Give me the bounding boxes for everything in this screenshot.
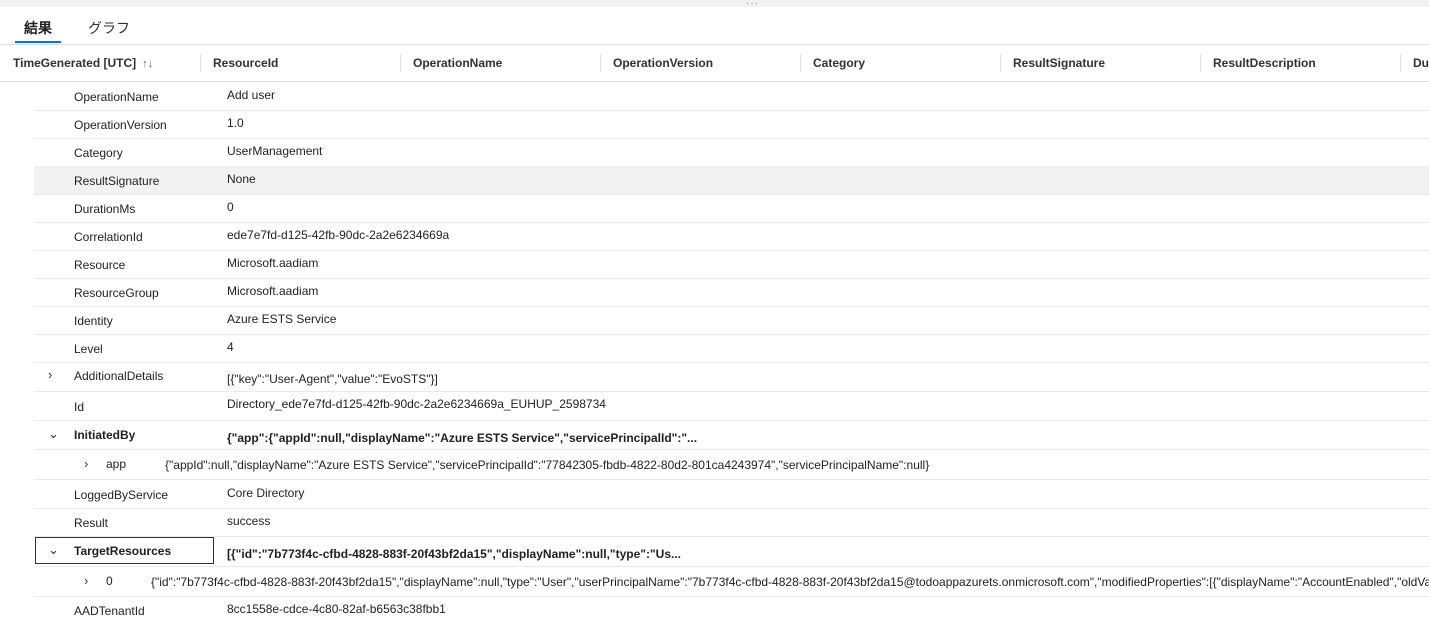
column-header-resourceid[interactable]: ResourceId — [213, 45, 278, 81]
detail-row[interactable]: Identity Azure ESTS Service — [34, 306, 1429, 335]
column-header-resultdescription[interactable]: ResultDescription — [1213, 45, 1316, 81]
detail-row[interactable]: AADTenantId 8cc1558e-cdce-4c80-82af-b656… — [34, 597, 1429, 625]
tab-chart[interactable]: グラフ — [88, 18, 130, 38]
column-header-timegenerated[interactable]: TimeGenerated [UTC] ↑↓ — [13, 45, 153, 81]
nested-row[interactable]: › 0 {"id":"7b773f4c-cfbd-4828-883f-20f43… — [34, 567, 1429, 597]
field-value: Azure ESTS Service — [227, 312, 337, 326]
detail-row[interactable]: CorrelationId ede7e7fd-d125-42fb-90dc-2a… — [34, 222, 1429, 251]
column-divider[interactable] — [1400, 54, 1401, 72]
field-value: None — [227, 172, 256, 186]
field-value: UserManagement — [227, 144, 323, 158]
detail-row-expandable[interactable]: › AdditionalDetails [{"key":"User-Agent"… — [34, 362, 1429, 392]
sort-icon[interactable]: ↑↓ — [142, 58, 153, 70]
detail-row[interactable]: Result success — [34, 508, 1429, 537]
column-divider[interactable] — [600, 54, 601, 72]
detail-row[interactable]: DurationMs 0 — [34, 194, 1429, 223]
nested-field-value: {"id":"7b773f4c-cfbd-4828-883f-20f43bf2d… — [151, 575, 1429, 589]
detail-row[interactable]: Level 4 — [34, 334, 1429, 363]
column-divider[interactable] — [200, 54, 201, 72]
field-name: AADTenantId — [74, 604, 145, 618]
column-header-row: TimeGenerated [UTC] ↑↓ ResourceId Operati… — [0, 44, 1429, 82]
chevron-right-icon[interactable]: › — [84, 567, 88, 595]
chevron-right-icon[interactable]: › — [48, 361, 52, 389]
field-name: Category — [74, 146, 123, 160]
column-divider[interactable] — [1200, 54, 1201, 72]
column-label: TimeGenerated [UTC] — [13, 56, 137, 70]
nested-field-name: 0 — [106, 574, 113, 588]
field-value: Add user — [227, 88, 276, 102]
field-name: Resource — [74, 258, 126, 272]
detail-row[interactable]: ResourceGroup Microsoft.aadiam — [34, 278, 1429, 307]
field-value: [{"id":"7b773f4c-cfbd-4828-883f-20f43bf2… — [227, 547, 682, 561]
field-value: Microsoft.aadiam — [227, 284, 319, 298]
field-name: LoggedByService — [74, 488, 169, 502]
splitter-bar[interactable] — [0, 0, 1429, 7]
field-value: Directory_ede7e7fd-d125-42fb-90dc-2a2e62… — [227, 397, 606, 411]
field-name: Result — [74, 516, 109, 530]
chevron-right-icon[interactable]: › — [84, 450, 88, 478]
detail-row-hovered[interactable]: ResultSignature None — [34, 166, 1429, 195]
field-name: Identity — [74, 314, 113, 328]
detail-row[interactable]: OperationName Add user — [34, 82, 1429, 111]
column-header-operationname[interactable]: OperationName — [413, 45, 502, 81]
column-header-duration[interactable]: Du — [1413, 45, 1429, 81]
field-value: 8cc1558e-cdce-4c80-82af-b6563c38fbb1 — [227, 602, 446, 616]
field-value: ede7e7fd-d125-42fb-90dc-2a2e6234669a — [227, 228, 450, 242]
chevron-down-icon[interactable]: ⌄ — [48, 420, 59, 448]
result-tabs: 結果 グラフ — [0, 8, 1429, 44]
active-tab-indicator — [15, 41, 61, 43]
focus-outline — [35, 537, 214, 564]
detail-row-expanded[interactable]: ⌄ TargetResources [{"id":"7b773f4c-cfbd-… — [34, 536, 1429, 567]
column-divider[interactable] — [400, 54, 401, 72]
column-header-operationversion[interactable]: OperationVersion — [613, 45, 713, 81]
tab-results[interactable]: 結果 — [24, 18, 52, 38]
nested-field-name: app — [106, 457, 127, 471]
field-value: Core Directory — [227, 486, 305, 500]
detail-row[interactable]: Id Directory_ede7e7fd-d125-42fb-90dc-2a2… — [34, 392, 1429, 421]
field-name: Id — [74, 400, 85, 414]
field-name: CorrelationId — [74, 230, 143, 244]
field-name: OperationName — [74, 90, 159, 104]
column-header-category[interactable]: Category — [813, 45, 865, 81]
field-name: Level — [74, 342, 103, 356]
detail-row[interactable]: Category UserManagement — [34, 138, 1429, 167]
column-divider[interactable] — [800, 54, 801, 72]
detail-row[interactable]: LoggedByService Core Directory — [34, 480, 1429, 509]
field-value: success — [227, 514, 271, 528]
field-value: 1.0 — [227, 116, 244, 130]
field-value: 4 — [227, 340, 234, 354]
column-divider[interactable] — [1000, 54, 1001, 72]
drag-handle-icon[interactable]: ··· — [746, 0, 759, 9]
detail-row-expanded[interactable]: ⌄ InitiatedBy {"app":{"appId":null,"disp… — [34, 420, 1429, 450]
detail-row[interactable]: OperationVersion 1.0 — [34, 110, 1429, 139]
nested-row[interactable]: › app {"appId":null,"displayName":"Azure… — [34, 450, 1429, 480]
nested-field-value: {"appId":null,"displayName":"Azure ESTS … — [165, 458, 930, 472]
field-value: Microsoft.aadiam — [227, 256, 319, 270]
column-header-resultsignature[interactable]: ResultSignature — [1013, 45, 1105, 81]
field-name: DurationMs — [74, 202, 136, 216]
field-name: ResultSignature — [74, 174, 160, 188]
detail-row[interactable]: Resource Microsoft.aadiam — [34, 250, 1429, 279]
field-name: ResourceGroup — [74, 286, 159, 300]
field-name: InitiatedBy — [74, 428, 136, 442]
field-value: {"app":{"appId":null,"displayName":"Azur… — [227, 431, 698, 445]
field-name: OperationVersion — [74, 118, 167, 132]
field-name: AdditionalDetails — [74, 369, 164, 383]
field-value: 0 — [227, 200, 234, 214]
field-value: [{"key":"User-Agent","value":"EvoSTS"}] — [227, 372, 438, 386]
